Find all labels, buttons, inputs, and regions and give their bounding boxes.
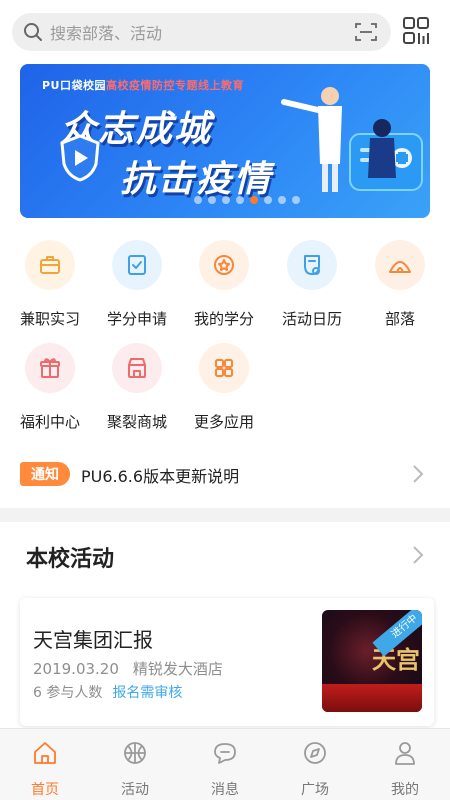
search-bar[interactable]: 搜索部落、活动 (12, 13, 391, 51)
search-placeholder: 搜索部落、活动 (50, 24, 163, 43)
activity-date: 2019.03.20 (33, 660, 119, 678)
scan-icon[interactable] (355, 22, 377, 42)
banner-pagination[interactable] (20, 196, 430, 204)
activity-thumbnail: 天宫 进行中 (322, 610, 422, 712)
app-tent[interactable]: 部落 (360, 240, 440, 329)
activity-meta: 2019.03.20 精锐发大酒店 (33, 658, 223, 679)
app-gift[interactable]: 福利中心 (10, 343, 90, 432)
tab-compass[interactable]: 广场 (270, 729, 360, 800)
tab-basketball[interactable]: 活动 (90, 729, 180, 800)
tab-label: 消息 (211, 782, 239, 798)
tent-icon (375, 240, 425, 290)
grid-icon (199, 343, 249, 393)
chat-icon (211, 739, 239, 767)
promo-banner[interactable]: PU口袋校园高校疫情防控专题线上教育 众志成城 抗击疫情 (20, 64, 430, 218)
tab-chat[interactable]: 消息 (180, 729, 270, 800)
participant-count: 6 参与人数 (33, 685, 103, 701)
tab-person[interactable]: 我的 (360, 729, 450, 800)
app-calendar[interactable]: 活动日历 (272, 240, 352, 329)
app-label: 我的学分 (193, 310, 254, 328)
banner-ribbon: PU口袋校园高校疫情防控专题线上教育 (42, 79, 244, 92)
section-divider (0, 508, 450, 522)
banner-dot[interactable] (278, 196, 286, 204)
tab-home[interactable]: 首页 (0, 729, 90, 800)
notice-bar[interactable]: 通知 PU6.6.6版本更新说明 (0, 454, 450, 494)
compass-icon (301, 739, 329, 767)
bottom-tab-bar: 首页 活动 消息 广场 我的 (0, 728, 450, 800)
app-label: 部落 (384, 310, 415, 328)
tab-label: 首页 (31, 782, 59, 798)
banner-dot[interactable] (208, 196, 216, 204)
banner-dot[interactable] (292, 196, 300, 204)
star-badge-icon (199, 240, 249, 290)
app-grid[interactable]: 更多应用 (184, 343, 264, 432)
banner-dot[interactable] (250, 196, 258, 204)
notice-text[interactable]: PU6.6.6版本更新说明 (81, 463, 239, 487)
tab-label: 活动 (121, 782, 149, 798)
banner-dot[interactable] (222, 196, 230, 204)
app-shop[interactable]: 聚裂商城 (97, 343, 177, 432)
notice-tag: 通知 (20, 462, 70, 486)
person-icon (391, 739, 419, 767)
app-label: 活动日历 (281, 310, 342, 328)
shop-icon (112, 343, 162, 393)
app-briefcase[interactable]: 兼职实习 (10, 240, 90, 329)
banner-dot[interactable] (236, 196, 244, 204)
tab-label: 我的 (391, 782, 419, 798)
app-label: 更多应用 (193, 413, 254, 431)
app-checklist[interactable]: 学分申请 (97, 240, 177, 329)
registration-status-link[interactable]: 报名需审核 (112, 685, 182, 701)
checklist-icon (112, 240, 162, 290)
activity-stats: 6 参与人数 报名需审核 (33, 682, 182, 702)
basketball-icon (121, 739, 149, 767)
section-title: 本校活动 (26, 547, 115, 572)
activity-title: 天宫集团汇报 (33, 628, 153, 652)
app-label: 福利中心 (19, 413, 80, 431)
briefcase-icon (25, 240, 75, 290)
home-icon (31, 739, 59, 767)
qr-code-icon[interactable] (402, 16, 430, 46)
tab-label: 广场 (301, 782, 329, 798)
app-label: 聚裂商城 (106, 413, 167, 431)
shield-icon (60, 134, 100, 182)
banner-headline-2: 抗击疫情 (120, 159, 273, 200)
chevron-right-icon[interactable] (412, 545, 424, 565)
banner-dot[interactable] (194, 196, 202, 204)
thumbnail-stage (322, 684, 422, 712)
banner-dot[interactable] (264, 196, 272, 204)
app-label: 学分申请 (106, 310, 167, 328)
gift-icon (25, 343, 75, 393)
search-icon (24, 23, 42, 41)
app-label: 兼职实习 (19, 310, 80, 328)
activity-card[interactable]: 天宫集团汇报 2019.03.20 精锐发大酒店 6 参与人数 报名需审核 天宫 进… (20, 598, 434, 726)
calendar-icon (287, 240, 337, 290)
app-star-badge[interactable]: 我的学分 (184, 240, 264, 329)
chevron-right-icon[interactable] (412, 464, 424, 484)
activity-venue: 精锐发大酒店 (132, 660, 223, 678)
